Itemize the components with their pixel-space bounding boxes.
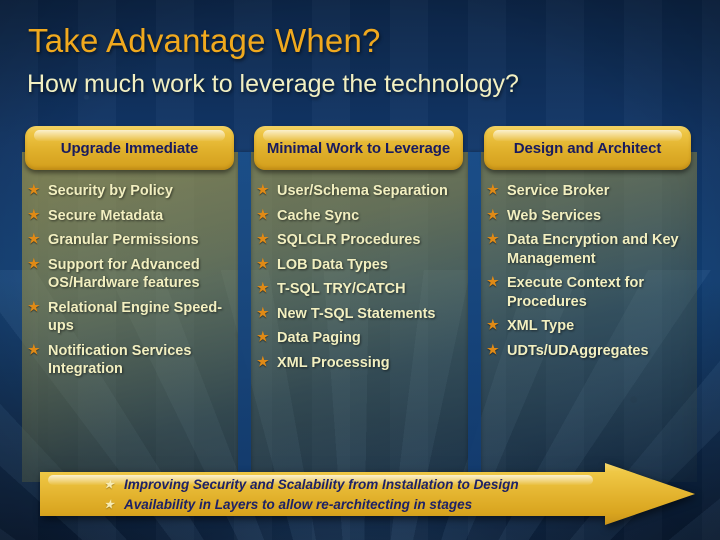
list-item: ★ Service Broker [484,182,691,201]
columns-container: Upgrade Immediate ★ Security by Policy ★ S… [22,126,697,482]
star-bullet-icon: ★ [28,231,40,246]
star-bullet-icon: ★ [487,317,499,332]
list-item-label: Secure Metadata [48,207,164,224]
star-bullet-icon: ★ [257,255,269,271]
list-item: ★ LOB Data Types [254,256,463,275]
list-item-label: Granular Permissions [48,232,199,248]
list-item-label: LOB Data Types [277,256,388,273]
list-item-label: Notification Services Integration [48,342,192,378]
slide-canvas: Take Advantage When? How much work to le… [0,0,720,540]
column-header-minimal-work-to-leverage[interactable]: Minimal Work to Leverage [254,126,463,170]
list-item: ★ New T-SQL Statements [254,305,463,324]
list-item: ★ Support for Advanced OS/Hardware featur… [25,256,234,293]
list-item-label: SQLCLR Procedures [277,232,421,248]
list-item-label: XML Processing [277,354,390,371]
list-item-label: User/Schema Separation [277,183,448,199]
bullet-list-design-architect: ★ Service Broker ★ Web Services ★ Data Encr… [484,182,691,360]
column-header-design-and-architect[interactable]: Design and Architect [484,126,691,170]
list-item: ★ SQLCLR Procedures [254,231,463,250]
list-item: ★ Security by Policy [25,182,234,201]
star-bullet-icon: ★ [28,182,40,197]
list-item-label: Web Services [507,207,602,224]
column-upgrade-immediate: Upgrade Immediate ★ Security by Policy ★ S… [22,126,238,482]
list-item-label: Execute Context for Procedures [507,275,644,310]
list-item-label: Improving Security and Scalability from … [124,477,519,492]
list-item: ★ Improving Security and Scalability from… [102,475,519,495]
column-header-label: Minimal Work to Leverage [266,139,451,157]
list-item: ★ Secure Metadata [25,207,234,226]
list-item: ★ UDTs/UDAggregates [484,342,691,361]
column-design-and-architect: Design and Architect ★ Service Broker ★ We… [468,126,697,482]
bullet-list-minimal-work: ★ User/Schema Separation ★ Cache Sync ★ SQL… [254,182,463,372]
bullet-list-upgrade-immediate: ★ Security by Policy ★ Secure Metadata ★ Gr… [25,182,234,379]
star-bullet-icon: ★ [257,280,269,295]
list-item-label: T-SQL TRY/CATCH [277,281,406,297]
star-bullet-icon: ★ [257,304,269,320]
arrow-banner: ★ Improving Security and Scalability from… [40,463,695,525]
list-item: ★ User/Schema Separation [254,182,463,201]
star-bullet-icon: ★ [257,182,269,197]
list-item-label: Availability in Layers to allow re-archi… [124,497,473,512]
star-bullet-icon: ★ [104,479,114,491]
arrow-banner-list: ★ Improving Security and Scalability from… [102,475,519,515]
star-bullet-icon: ★ [257,329,269,344]
star-bullet-icon: ★ [28,298,40,314]
star-bullet-icon: ★ [487,182,499,197]
list-item-label: UDTs/UDAggregates [507,342,649,359]
list-item-label: Data Paging [277,330,361,346]
list-item: ★ Data Encryption and Key Management [484,231,691,268]
column-minimal-work-to-leverage: Minimal Work to Leverage ★ User/Schema Se… [238,126,468,482]
list-item: ★ T-SQL TRY/CATCH [254,280,463,299]
star-bullet-icon: ★ [487,231,499,246]
star-bullet-icon: ★ [28,255,40,271]
star-bullet-icon: ★ [257,353,269,369]
list-item: ★ Execute Context for Procedures [484,274,691,311]
list-item: ★ Notification Services Integration [25,342,234,379]
list-item: ★ Granular Permissions [25,231,234,250]
star-bullet-icon: ★ [28,341,40,357]
page-title: Take Advantage When? [28,22,381,59]
list-item: ★ Data Paging [254,329,463,348]
star-bullet-icon: ★ [487,274,499,289]
star-bullet-icon: ★ [257,231,269,246]
page-subtitle: How much work to leverage the technology… [27,70,519,98]
list-item-label: Security by Policy [48,183,173,199]
list-item-label: Service Broker [507,183,610,199]
column-header-upgrade-immediate[interactable]: Upgrade Immediate [25,126,234,170]
list-item-label: Support for Advanced OS/Hardware feature… [48,256,200,292]
list-item: ★ Relational Engine Speed-ups [25,299,234,336]
star-bullet-icon: ★ [487,341,499,357]
list-item-label: Cache Sync [277,207,360,224]
list-item-label: XML Type [507,318,575,334]
column-header-label: Upgrade Immediate [60,139,199,157]
star-bullet-icon: ★ [104,499,114,511]
list-item-label: Data Encryption and Key Management [507,232,679,267]
list-item: ★ XML Processing [254,354,463,373]
list-item: ★ Cache Sync [254,207,463,226]
list-item-label: Relational Engine Speed-ups [48,299,223,335]
list-item-label: New T-SQL Statements [277,305,436,322]
star-bullet-icon: ★ [28,206,40,222]
list-item: ★ Availability in Layers to allow re-arch… [102,495,519,515]
list-item: ★ Web Services [484,207,691,226]
star-bullet-icon: ★ [487,206,499,222]
star-bullet-icon: ★ [257,206,269,222]
list-item: ★ XML Type [484,317,691,336]
column-header-label: Design and Architect [513,139,662,157]
